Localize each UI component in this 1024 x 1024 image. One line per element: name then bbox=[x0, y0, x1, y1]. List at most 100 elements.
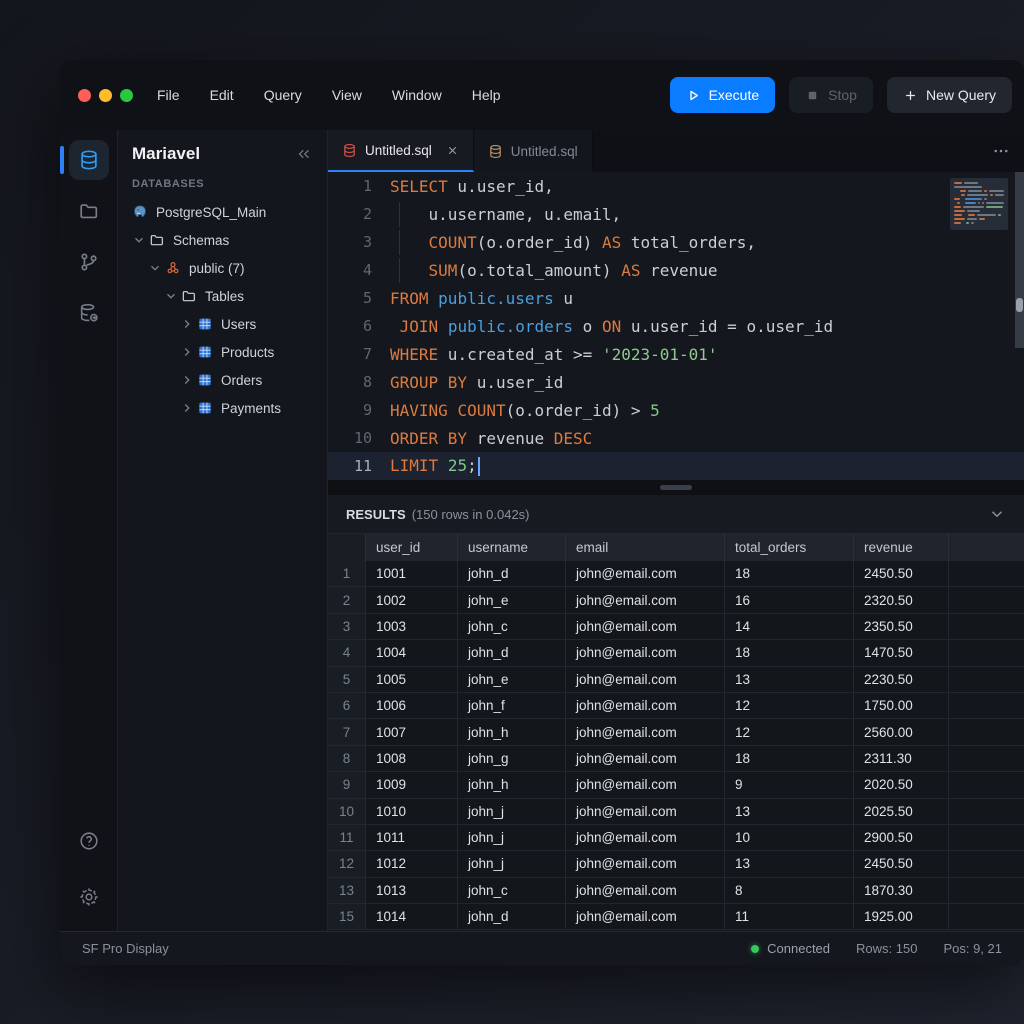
splitter-handle[interactable] bbox=[660, 485, 692, 490]
chevron-right-icon[interactable] bbox=[180, 373, 194, 387]
table-row[interactable]: 91009john_hjohn@email.com92020.50 bbox=[328, 772, 1024, 798]
line-number: 11 bbox=[328, 457, 372, 475]
cell: john@email.com bbox=[566, 640, 725, 665]
tree-item-users[interactable]: Users bbox=[132, 310, 317, 338]
tree-item-label: Orders bbox=[221, 373, 262, 388]
table-row[interactable]: 121012john_jjohn@email.com132450.50 bbox=[328, 851, 1024, 877]
editor-line-1[interactable]: 1SELECT u.user_id, bbox=[328, 172, 1024, 200]
close-window-button[interactable] bbox=[78, 89, 91, 102]
cell: john_j bbox=[458, 851, 566, 876]
editor-line-7[interactable]: 7WHERE u.created_at >= '2023-01-01' bbox=[328, 340, 1024, 368]
column-header-email[interactable]: email bbox=[566, 534, 725, 561]
minimize-window-button[interactable] bbox=[99, 89, 112, 102]
editor-scrollbar[interactable] bbox=[1015, 172, 1024, 348]
panel-splitter[interactable] bbox=[328, 480, 1024, 495]
chevron-right-icon[interactable] bbox=[180, 345, 194, 359]
chevron-down-icon[interactable] bbox=[164, 289, 178, 303]
table-row[interactable]: 101010john_jjohn@email.com132025.50 bbox=[328, 799, 1024, 825]
collapse-results-icon[interactable] bbox=[988, 505, 1006, 523]
cell: 1006 bbox=[366, 693, 458, 718]
tab-0-untitled-sql[interactable]: Untitled.sql bbox=[328, 130, 474, 172]
column-header-username[interactable]: username bbox=[458, 534, 566, 561]
chevron-down-icon[interactable] bbox=[148, 261, 162, 275]
rail-git-branch-button[interactable] bbox=[69, 242, 109, 282]
table-row[interactable]: 111011john_jjohn@email.com102900.50 bbox=[328, 825, 1024, 851]
table-row[interactable]: 81008john_gjohn@email.com182311.30 bbox=[328, 746, 1024, 772]
chevron-right-icon[interactable] bbox=[180, 317, 194, 331]
menu-query[interactable]: Query bbox=[264, 87, 302, 103]
editor-line-2[interactable]: 2 u.username, u.email, bbox=[328, 200, 1024, 228]
rail-folder-button[interactable] bbox=[69, 191, 109, 231]
table-row[interactable]: 51005john_ejohn@email.com132230.50 bbox=[328, 667, 1024, 693]
tree-item-payments[interactable]: Payments bbox=[132, 394, 317, 422]
cell: john@email.com bbox=[566, 587, 725, 612]
rail-database-button[interactable] bbox=[69, 140, 109, 180]
tab-1-untitled-sql[interactable]: Untitled.sql bbox=[474, 130, 593, 172]
menu-help[interactable]: Help bbox=[472, 87, 501, 103]
column-header-user-id[interactable]: user_id bbox=[366, 534, 458, 561]
sql-editor[interactable]: 1SELECT u.user_id,2 u.username, u.email,… bbox=[328, 172, 1024, 480]
cell-spacer bbox=[949, 719, 1024, 744]
schema-icon bbox=[165, 260, 181, 276]
close-tab-icon[interactable] bbox=[446, 144, 459, 157]
cell: john_g bbox=[458, 746, 566, 771]
scrollbar-thumb[interactable] bbox=[1016, 298, 1023, 312]
tree-item-orders[interactable]: Orders bbox=[132, 366, 317, 394]
rail-settings-button[interactable] bbox=[69, 877, 109, 917]
line-number: 1 bbox=[328, 177, 372, 195]
tree-item-tables[interactable]: Tables bbox=[132, 282, 317, 310]
cell: 2025.50 bbox=[854, 799, 949, 824]
tree-item-postgresql-main[interactable]: PostgreSQL_Main bbox=[132, 198, 317, 226]
cell: 8 bbox=[725, 878, 854, 903]
tab-overflow-button[interactable] bbox=[988, 130, 1014, 172]
code-text: ORDER BY revenue DESC bbox=[390, 429, 592, 448]
main-area: Mariavel DATABASES PostgreSQL_MainSchema… bbox=[60, 130, 1024, 931]
table-row[interactable]: 31003john_cjohn@email.com142350.50 bbox=[328, 614, 1024, 640]
editor-line-5[interactable]: 5FROM public.users u bbox=[328, 284, 1024, 312]
chevron-down-icon[interactable] bbox=[132, 233, 146, 247]
status-bar: SF Pro Display Connected Rows: 150 Pos: … bbox=[60, 931, 1024, 965]
column-header-total-orders[interactable]: total_orders bbox=[725, 534, 854, 561]
table-row[interactable]: 151014john_djohn@email.com111925.00 bbox=[328, 904, 1024, 930]
stop-button[interactable]: Stop bbox=[789, 77, 873, 113]
table-row[interactable]: 41004john_djohn@email.com181470.50 bbox=[328, 640, 1024, 666]
editor-line-10[interactable]: 10ORDER BY revenue DESC bbox=[328, 424, 1024, 452]
menu-edit[interactable]: Edit bbox=[210, 87, 234, 103]
table-row[interactable]: 71007john_hjohn@email.com122560.00 bbox=[328, 719, 1024, 745]
traffic-lights bbox=[78, 89, 133, 102]
editor-line-11[interactable]: 11LIMIT 25; bbox=[328, 452, 1024, 480]
rail-help-button[interactable] bbox=[69, 821, 109, 861]
cell: john@email.com bbox=[566, 667, 725, 692]
cell: 13 bbox=[725, 667, 854, 692]
editor-line-8[interactable]: 8GROUP BY u.user_id bbox=[328, 368, 1024, 396]
tab-label: Untitled.sql bbox=[511, 144, 578, 159]
editor-line-4[interactable]: 4 SUM(o.total_amount) AS revenue bbox=[328, 256, 1024, 284]
cell: 1001 bbox=[366, 561, 458, 586]
tree-item-schemas[interactable]: Schemas bbox=[132, 226, 317, 254]
editor-line-6[interactable]: 6 JOIN public.orders o ON u.user_id = o.… bbox=[328, 312, 1024, 340]
menu-window[interactable]: Window bbox=[392, 87, 442, 103]
code-text: GROUP BY u.user_id bbox=[390, 373, 563, 392]
new-query-button[interactable]: New Query bbox=[887, 77, 1012, 113]
zoom-window-button[interactable] bbox=[120, 89, 133, 102]
table-row[interactable]: 131013john_cjohn@email.com81870.30 bbox=[328, 878, 1024, 904]
menu-file[interactable]: File bbox=[157, 87, 180, 103]
collapse-sidebar-icon[interactable] bbox=[295, 145, 313, 163]
cell: 1004 bbox=[366, 640, 458, 665]
tree-item-products[interactable]: Products bbox=[132, 338, 317, 366]
chevron-right-icon[interactable] bbox=[180, 401, 194, 415]
tree-item-public-7[interactable]: public (7) bbox=[132, 254, 317, 282]
cell: john_d bbox=[458, 640, 566, 665]
execute-button[interactable]: Execute bbox=[670, 77, 776, 113]
cell: john@email.com bbox=[566, 614, 725, 639]
menu-view[interactable]: View bbox=[332, 87, 362, 103]
line-number: 7 bbox=[328, 345, 372, 363]
minimap[interactable] bbox=[950, 178, 1008, 230]
editor-line-3[interactable]: 3 COUNT(o.order_id) AS total_orders, bbox=[328, 228, 1024, 256]
rail-database-export-button[interactable] bbox=[69, 293, 109, 333]
table-row[interactable]: 21002john_ejohn@email.com162320.50 bbox=[328, 587, 1024, 613]
editor-line-9[interactable]: 9HAVING COUNT(o.order_id) > 5 bbox=[328, 396, 1024, 424]
table-row[interactable]: 11001john_djohn@email.com182450.50 bbox=[328, 561, 1024, 587]
column-header-revenue[interactable]: revenue bbox=[854, 534, 949, 561]
table-row[interactable]: 61006john_fjohn@email.com121750.00 bbox=[328, 693, 1024, 719]
